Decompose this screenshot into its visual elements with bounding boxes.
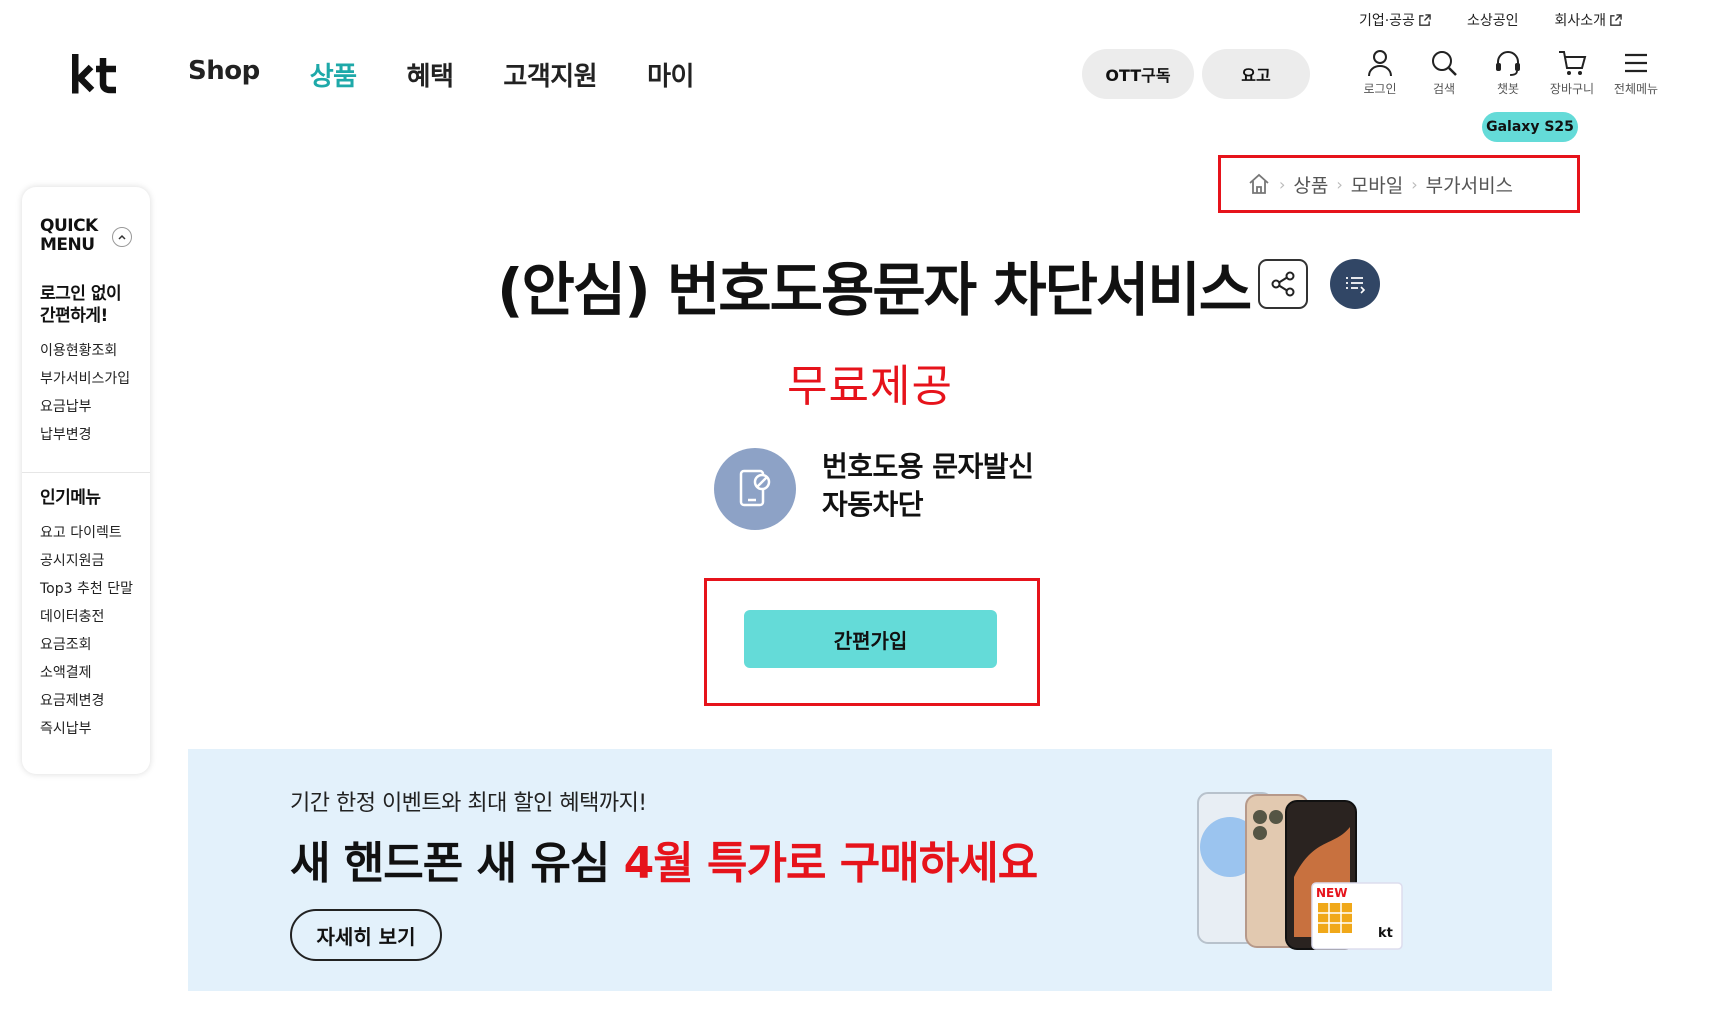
quick-item-subsidy[interactable]: 공시지원금 (40, 547, 132, 575)
banner-detail-button[interactable]: 자세히 보기 (290, 909, 442, 961)
banner-title-text: 새 핸드폰 새 유심 (290, 838, 624, 889)
cart-label: 장바구니 (1549, 82, 1595, 96)
quick-item-top3[interactable]: Top3 추천 단말 (40, 575, 133, 603)
breadcrumb: › 상품 › 모바일 › 부가서비스 (1218, 155, 1580, 213)
quick-join-button[interactable]: 간편가입 (744, 610, 997, 668)
sim-brand-label: kt (1378, 926, 1393, 941)
banner-subtitle: 기간 한정 이벤트와 최대 할인 혜택까지! (290, 791, 647, 816)
quick-item-usage[interactable]: 이용현황조회 (40, 337, 132, 365)
search-label: 검색 (1432, 82, 1456, 96)
quick-item-data-charge[interactable]: 데이터충전 (40, 603, 132, 631)
quick-menu-divider (22, 472, 150, 473)
cart-icon (1559, 51, 1587, 75)
price-label: 무료제공 (787, 361, 953, 412)
ott-subscription-button[interactable]: OTT구독 (1082, 49, 1194, 99)
quick-item-addon-join[interactable]: 부가서비스가입 (40, 365, 132, 393)
breadcrumb-separator: › (1336, 174, 1343, 194)
chatbot-label: 챗봇 (1496, 82, 1520, 96)
nav-shop[interactable]: Shop (188, 56, 260, 93)
quick-item-bill-inquiry[interactable]: 요금조회 (40, 631, 132, 659)
feature-line: 자동차단 (822, 488, 924, 521)
person-icon (1368, 50, 1392, 77)
util-link-company[interactable]: 회사소개 (1554, 10, 1622, 30)
quick-item-instant-pay[interactable]: 즉시납부 (40, 715, 132, 743)
feature-description: 번호도용 문자발신 자동차단 (822, 448, 1034, 524)
nav-support[interactable]: 고객지원 (503, 56, 597, 93)
hamburger-icon (1625, 53, 1647, 73)
list-view-button[interactable] (1330, 259, 1380, 309)
yogo-button[interactable]: 요고 (1202, 49, 1310, 99)
all-menu-label: 전체메뉴 (1613, 82, 1659, 96)
quick-section-no-login-list: 이용현황조회 부가서비스가입 요금납부 납부변경 (40, 337, 132, 449)
galaxy-s25-tag[interactable]: Galaxy S25 (1482, 112, 1578, 142)
share-button[interactable] (1258, 259, 1308, 309)
nav-benefits[interactable]: 혜택 (407, 56, 454, 93)
kt-logo[interactable] (72, 54, 120, 94)
sim-new-label: NEW (1316, 886, 1347, 900)
breadcrumb-item-products[interactable]: 상품 (1293, 171, 1328, 198)
nav-products[interactable]: 상품 (310, 56, 357, 93)
util-link-small-business[interactable]: 소상공인 (1467, 10, 1519, 30)
breadcrumb-separator: › (1411, 174, 1418, 194)
quick-item-yogo-direct[interactable]: 요고 다이렉트 (40, 519, 132, 547)
quick-menu-title-line1: QUICK (40, 216, 98, 236)
login-label: 로그인 (1363, 82, 1397, 96)
quick-section-title-line: 로그인 없이 (40, 284, 122, 304)
feature-line: 번호도용 문자발신 (822, 450, 1034, 483)
external-link-icon (1419, 13, 1431, 26)
banner-title: 새 핸드폰 새 유심 4월 특가로 구매하세요 (290, 827, 1039, 891)
external-link-icon (1610, 13, 1622, 26)
chatbot-button[interactable]: 챗봇 (1476, 48, 1540, 97)
quick-item-payment[interactable]: 요금납부 (40, 393, 132, 421)
banner-title-highlight: 4월 특가로 구매하세요 (623, 838, 1039, 889)
search-button[interactable]: 검색 (1412, 48, 1476, 97)
util-link-label: 기업·공공 (1358, 13, 1415, 29)
login-button[interactable]: 로그인 (1348, 48, 1412, 97)
quick-section-popular-title: 인기메뉴 (40, 488, 101, 508)
util-link-label: 회사소개 (1554, 13, 1606, 29)
page-title: (안심) 번호도용문자 차단서비스 (497, 256, 1252, 324)
blocked-phone-icon (714, 448, 796, 530)
promo-banner[interactable]: 기간 한정 이벤트와 최대 할인 혜택까지! 새 핸드폰 새 유심 4월 특가로… (188, 749, 1552, 991)
breadcrumb-item-addon[interactable]: 부가서비스 (1426, 171, 1513, 198)
quick-menu-title-line2: MENU (40, 235, 95, 255)
breadcrumb-item-mobile[interactable]: 모바일 (1351, 171, 1403, 198)
quick-menu-collapse-button[interactable] (112, 227, 132, 247)
breadcrumb-separator: › (1279, 174, 1286, 194)
quick-section-title-line: 간편하게! (40, 306, 108, 326)
share-icon (1271, 271, 1295, 297)
util-link-label: 소상공인 (1466, 13, 1519, 29)
header-icon-group: 로그인 검색 챗봇 장바구니 전체메뉴 (1348, 48, 1668, 97)
utility-bar: 기업·공공 소상공인 회사소개 (1359, 10, 1622, 30)
search-icon (1432, 51, 1457, 76)
chevron-up-icon (118, 234, 126, 240)
main-nav: Shop 상품 혜택 고객지원 마이 (188, 56, 694, 93)
nav-my[interactable]: 마이 (647, 56, 694, 93)
quick-section-no-login-title: 로그인 없이 간편하게! (40, 283, 132, 327)
cart-button[interactable]: 장바구니 (1540, 48, 1604, 97)
phones-and-sim-image: NEW kt (1197, 792, 1403, 950)
quick-section-popular-list: 요고 다이렉트 공시지원금 Top3 추천 단말 데이터충전 요금조회 소액결제… (40, 519, 133, 743)
headset-icon (1496, 51, 1520, 76)
util-link-enterprise[interactable]: 기업·공공 (1359, 10, 1431, 30)
quick-item-plan-change[interactable]: 요금제변경 (40, 687, 132, 715)
quick-menu-title: QUICK MENU (40, 217, 110, 255)
all-menu-button[interactable]: 전체메뉴 (1604, 48, 1668, 97)
home-icon[interactable] (1247, 172, 1271, 196)
list-icon (1346, 277, 1366, 294)
quick-item-micropayment[interactable]: 소액결제 (40, 659, 132, 687)
quick-menu: QUICK MENU 로그인 없이 간편하게! 이용현황조회 부가서비스가입 요… (22, 187, 150, 774)
quick-item-payment-change[interactable]: 납부변경 (40, 421, 132, 449)
